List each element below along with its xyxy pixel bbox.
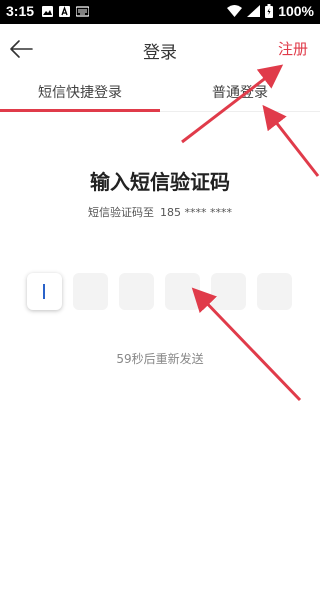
app-header: 登录 注册 [0,24,320,74]
page-heading: 输入短信验证码 [90,170,230,194]
code-digit-box[interactable] [27,273,62,310]
code-digit-box[interactable] [211,273,246,310]
resend-countdown: 59秒后重新发送 [116,352,204,366]
back-arrow-icon[interactable] [8,37,34,61]
sms-sent-info: 短信验证码至 185 **** **** [0,204,320,220]
wifi-icon [227,5,243,17]
font-icon [59,6,70,17]
keyboard-icon [76,6,89,17]
code-digit-box[interactable] [165,273,200,310]
tab-normal-login[interactable]: 普通登录 [160,74,320,112]
register-button[interactable]: 注册 [278,38,308,59]
code-digit-box[interactable] [257,273,292,310]
battery-icon [265,4,274,18]
sent-to-label: 短信验证码至 [88,206,154,219]
active-tab-indicator [0,109,160,112]
code-digit-box[interactable] [73,273,108,310]
text-caret [43,284,45,299]
verification-code-input[interactable] [27,273,293,311]
login-tabs: 短信快捷登录 普通登录 [0,74,320,112]
image-icon [42,6,53,17]
tab-sms-login[interactable]: 短信快捷登录 [0,74,160,112]
battery-percent: 100% [278,3,314,19]
status-time: 3:15 [6,3,35,19]
masked-phone-number: 185 **** **** [160,206,232,219]
page-title: 登录 [143,43,177,63]
code-digit-box[interactable] [119,273,154,310]
signal-icon [247,5,261,17]
status-bar: 3:15 100% [0,0,320,24]
